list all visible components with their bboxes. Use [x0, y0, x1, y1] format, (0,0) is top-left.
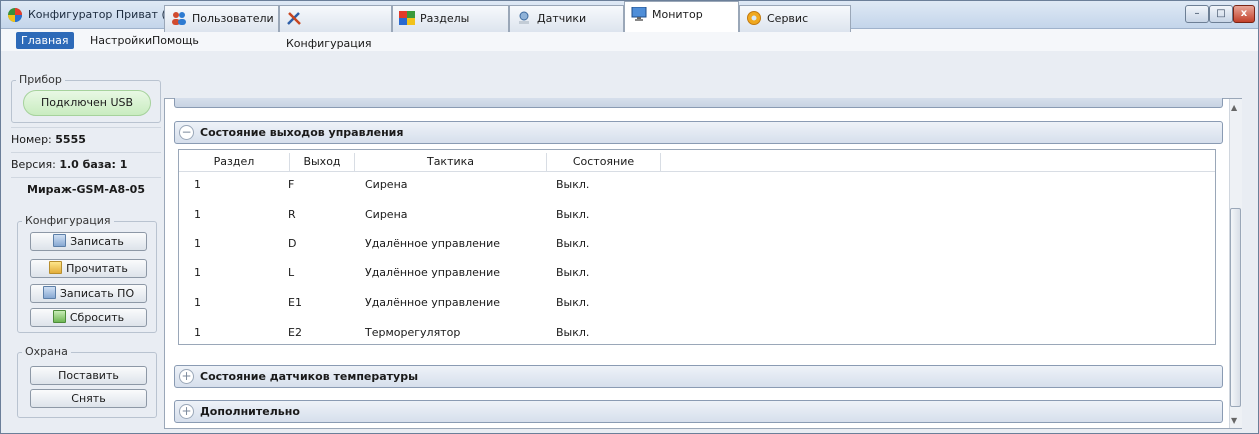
tab-users-label: Пользователи	[192, 12, 274, 25]
device-number-row: Номер: 5555	[11, 127, 161, 151]
write-firmware-button-label: Записать ПО	[59, 287, 135, 300]
cell-tactic: Удалённое управление	[365, 237, 501, 250]
app-window: Конфигуратор Приват (1.8.11 (build 0)) –…	[0, 0, 1259, 434]
tools-icon	[287, 12, 301, 25]
expand-icon[interactable]: +	[179, 369, 194, 384]
cell-tactic: Сирена	[365, 178, 408, 191]
outputs-section-title: Состояние выходов управления	[200, 126, 404, 139]
device-model: Мираж-GSM-A8-05	[27, 183, 145, 196]
cell-output: E1	[288, 296, 302, 309]
device-number-label: Номер:	[11, 133, 52, 146]
outputs-table	[178, 149, 1216, 345]
sensors-icon	[519, 11, 529, 24]
guard-group-label: Охрана	[22, 345, 71, 358]
save-disk-icon	[42, 286, 56, 299]
previous-section-edge	[174, 98, 1223, 108]
cell-section: 1	[194, 178, 201, 191]
service-icon	[747, 11, 761, 25]
config-group-label: Конфигурация	[22, 214, 114, 227]
disarm-button[interactable]: Снять	[30, 389, 147, 408]
temperature-section-header[interactable]: + Состояние датчиков температуры	[174, 365, 1223, 388]
table-header-divider	[179, 171, 1215, 172]
tab-sensors-label: Датчики	[537, 12, 587, 25]
cell-tactic: Удалённое управление	[365, 296, 501, 309]
cell-tactic: Терморегулятор	[365, 326, 461, 339]
sections-icon	[399, 11, 415, 25]
cell-section: 1	[194, 208, 201, 221]
monitor-icon	[631, 7, 647, 21]
maximize-button[interactable]: □	[1209, 5, 1233, 23]
cell-output: L	[288, 266, 295, 279]
arm-button[interactable]: Поставить	[30, 366, 147, 385]
cell-state: Выкл.	[556, 178, 590, 191]
cell-state: Выкл.	[556, 208, 590, 221]
cell-state: Выкл.	[556, 326, 590, 339]
app-logo-icon	[8, 8, 22, 22]
tab-sensors[interactable]: Датчики	[509, 5, 624, 32]
device-version-value: 1.0 база: 1	[59, 158, 128, 171]
cell-section: 1	[194, 237, 201, 250]
cell-output: R	[288, 208, 296, 221]
cell-output: F	[288, 178, 295, 191]
tab-monitor[interactable]: Монитор	[624, 1, 739, 32]
cell-section: 1	[194, 326, 201, 339]
reset-button[interactable]: Сбросить	[30, 308, 147, 327]
temperature-section-title: Состояние датчиков температуры	[200, 370, 419, 383]
scrollbar-thumb[interactable]	[1230, 208, 1241, 407]
col-header-output[interactable]: Выход	[290, 153, 355, 171]
menu-home[interactable]: Главная	[16, 32, 74, 49]
cell-tactic: Удалённое управление	[365, 266, 501, 279]
device-model-row: Мираж-GSM-A8-05	[11, 177, 161, 201]
tab-service-label: Сервис	[767, 12, 809, 25]
col-header-section[interactable]: Раздел	[179, 153, 290, 171]
reset-button-label: Сбросить	[69, 311, 125, 324]
reset-icon	[52, 310, 66, 323]
open-folder-icon	[49, 261, 63, 274]
cell-output: D	[288, 237, 297, 250]
write-firmware-button[interactable]: Записать ПО	[30, 284, 147, 303]
additional-section-header[interactable]: + Дополнительно	[174, 400, 1223, 423]
minimize-button[interactable]: –	[1185, 5, 1209, 23]
cell-state: Выкл.	[556, 296, 590, 309]
col-header-state[interactable]: Состояние	[547, 153, 661, 171]
usb-status-badge: Подключен USB	[23, 90, 151, 116]
device-version-row: Версия: 1.0 база: 1	[11, 152, 161, 176]
collapse-icon[interactable]: −	[179, 125, 194, 140]
outputs-section-header[interactable]: − Состояние выходов управления	[174, 121, 1223, 144]
users-icon	[172, 12, 186, 25]
guard-group: Охрана	[17, 345, 157, 418]
save-disk-icon	[53, 234, 67, 247]
cell-section: 1	[194, 296, 201, 309]
cell-section: 1	[194, 266, 201, 279]
cell-tactic: Сирена	[365, 208, 408, 221]
tab-configuration[interactable]: Конфигурация	[279, 5, 392, 50]
write-button-label: Записать	[70, 235, 124, 248]
col-header-tactic[interactable]: Тактика	[355, 153, 547, 171]
menu-help[interactable]: Помощь	[147, 32, 204, 49]
write-button[interactable]: Записать	[30, 232, 147, 251]
cell-output: E2	[288, 326, 302, 339]
tab-sections-label: Разделы	[420, 12, 470, 25]
read-button-label: Прочитать	[66, 262, 128, 275]
device-group-label: Прибор	[16, 73, 65, 86]
close-button[interactable]: x	[1233, 5, 1255, 23]
scroll-down-arrow-icon[interactable]: ▼	[1231, 416, 1237, 425]
scroll-up-arrow-icon[interactable]: ▲	[1231, 103, 1237, 112]
additional-section-title: Дополнительно	[200, 405, 300, 418]
tab-users[interactable]: Пользователи	[164, 5, 279, 32]
read-button[interactable]: Прочитать	[30, 259, 147, 278]
expand-icon[interactable]: +	[179, 404, 194, 419]
tab-monitor-label: Монитор	[652, 8, 703, 21]
cell-state: Выкл.	[556, 237, 590, 250]
device-number-value: 5555	[55, 133, 86, 146]
tab-service[interactable]: Сервис	[739, 5, 851, 32]
tab-sections[interactable]: Разделы	[392, 5, 509, 32]
tab-configuration-label: Конфигурация	[286, 37, 372, 50]
menu-bar: Главная Настройки Помощь	[1, 29, 1258, 51]
cell-state: Выкл.	[556, 266, 590, 279]
device-version-label: Версия:	[11, 158, 56, 171]
